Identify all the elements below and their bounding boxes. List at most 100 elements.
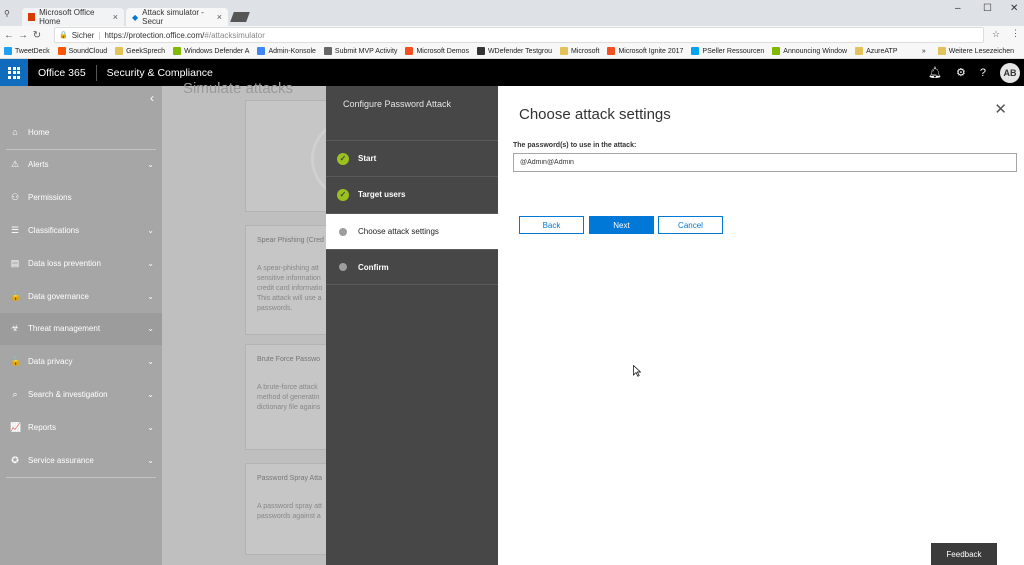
nav-divider [6, 477, 156, 478]
feedback-button[interactable]: Feedback [931, 543, 997, 565]
bell-icon[interactable]: 🔔︎ [928, 66, 942, 79]
nav-item-threat-management[interactable]: ☣ Threat management ⌄ [0, 312, 162, 345]
bookmark-item[interactable]: Microsoft [556, 47, 603, 55]
tab-title: Attack simulator - Secur [142, 8, 204, 26]
bookmark-favicon-icon [57, 47, 66, 55]
collapse-nav-icon[interactable]: ‹ [150, 91, 154, 105]
chevron-down-icon[interactable]: ⌄ [147, 259, 154, 268]
bookmark-item[interactable]: SoundCloud [54, 47, 112, 55]
bookmark-item[interactable]: Admin-Konsole [253, 47, 319, 55]
step-confirm[interactable]: Confirm [326, 249, 498, 285]
bookmark-favicon-icon [476, 47, 485, 55]
url-bar[interactable]: 🔒 Sicher | https://protection.office.com… [54, 27, 984, 43]
close-tab-icon[interactable]: × [113, 12, 118, 22]
bookmark-item[interactable]: GeekSprech [111, 47, 169, 55]
more-bookmarks-icon[interactable]: » [914, 48, 934, 55]
bookmark-item[interactable]: Microsoft Demos [401, 47, 473, 55]
chevron-down-icon[interactable]: ⌄ [147, 324, 154, 333]
tab-office-home[interactable]: Microsoft Office Home × [22, 8, 124, 26]
other-bookmarks-folder[interactable]: Weitere Lesezeichen [934, 47, 1024, 55]
minimize-icon[interactable]: – [955, 3, 961, 14]
bookmark-item[interactable]: Windows Defender A [169, 47, 253, 55]
browser-menu-icon[interactable]: ⚲ [4, 9, 10, 18]
close-tab-icon[interactable]: × [217, 12, 222, 22]
bookmark-label: AzureATP [866, 47, 898, 55]
close-window-icon[interactable]: ✕ [1010, 3, 1018, 14]
chevron-down-icon[interactable]: ⌄ [147, 160, 154, 169]
nav-item-label: Search & investigation [28, 389, 108, 399]
bookmark-favicon-icon [772, 47, 781, 55]
nav-item-home[interactable]: ⌂ Home [0, 116, 162, 148]
check-icon: ✓ [337, 152, 349, 165]
avatar[interactable]: AB [1000, 62, 1020, 83]
nav-item-search-investigation[interactable]: ⌕ Search & investigation ⌄ [0, 378, 162, 410]
biohazard-icon: ☣ [10, 323, 20, 334]
new-tab-button[interactable] [230, 12, 250, 22]
bookmark-item[interactable]: Submit MVP Activity [320, 47, 402, 55]
nav-item-label: Data loss prevention [28, 258, 101, 268]
step-target-users[interactable]: ✓ Target users [326, 176, 498, 212]
bookmark-label: GeekSprech [126, 47, 166, 55]
nav-item-data-privacy[interactable]: 🔒 Data privacy ⌄ [0, 346, 162, 378]
chevron-down-icon[interactable]: ⌄ [147, 423, 154, 432]
nav-item-alerts[interactable]: ⚠ Alerts ⌄ [0, 149, 162, 181]
back-button[interactable]: Back [519, 216, 584, 234]
mouse-cursor-icon [633, 365, 641, 377]
close-icon[interactable]: ✕ [994, 100, 1007, 118]
bookmark-item[interactable]: TweetDeck [0, 47, 54, 55]
nav-item-permissions[interactable]: ⚇ Permissions [0, 182, 162, 214]
bookmark-label: PSeller Ressourcen [702, 47, 765, 55]
next-button[interactable]: Next [589, 216, 654, 234]
step-label: Choose attack settings [358, 227, 439, 236]
check-icon: ✓ [337, 188, 349, 201]
bookmark-item[interactable]: Announcing Window [768, 47, 851, 55]
app-name[interactable]: Security & Compliance [97, 67, 213, 79]
alert-icon: ⚠ [10, 159, 20, 170]
bookmark-item[interactable]: Microsoft Ignite 2017 [603, 47, 687, 55]
chevron-down-icon[interactable]: ⌄ [147, 357, 154, 366]
chrome-menu-icon[interactable]: ⋮ [1011, 28, 1020, 39]
back-arrow-icon[interactable]: ← [2, 30, 16, 41]
password-input[interactable] [513, 153, 1017, 172]
chevron-down-icon[interactable]: ⌄ [147, 292, 154, 301]
assurance-icon: ✪ [11, 454, 19, 465]
help-icon[interactable]: ? [980, 67, 986, 79]
chevron-down-icon[interactable]: ⌄ [147, 390, 154, 399]
nav-item-data-governance[interactable]: 🔒 Data governance ⌄ [0, 280, 162, 312]
step-start[interactable]: ✓ Start [326, 140, 498, 176]
step-choose-attack-settings[interactable]: Choose attack settings [326, 213, 498, 249]
chevron-down-icon[interactable]: ⌄ [147, 456, 154, 465]
bookmark-favicon-icon [855, 47, 864, 55]
lock-icon: 🔒 [59, 32, 68, 39]
chevron-down-icon[interactable]: ⌄ [147, 226, 154, 235]
home-icon: ⌂ [12, 127, 18, 137]
reload-icon[interactable]: ↻ [30, 30, 44, 41]
star-icon[interactable]: ☆ [992, 29, 1000, 40]
bookmark-favicon-icon [691, 47, 700, 55]
bookmark-item[interactable]: AzureATP [851, 47, 901, 55]
bookmark-favicon-icon [257, 47, 266, 55]
app-launcher-icon[interactable] [0, 59, 28, 86]
office-logo-icon [28, 13, 36, 21]
nav-item-label: Reports [28, 422, 57, 432]
bookmark-item[interactable]: PSeller Ressourcen [687, 47, 768, 55]
product-name[interactable]: Office 365 [28, 64, 97, 81]
card-title: Brute Force Passwo [257, 356, 321, 363]
bookmark-item[interactable]: WDefender Testgrou [473, 47, 556, 55]
step-dot-icon [339, 227, 347, 236]
nav-item-classifications[interactable]: ☰ Classifications ⌄ [0, 214, 162, 246]
bookmark-favicon-icon [607, 47, 616, 55]
bookmark-label: Microsoft Ignite 2017 [618, 47, 684, 55]
cancel-button[interactable]: Cancel [658, 216, 723, 234]
nav-item-data-loss-prevention[interactable]: ▤ Data loss prevention ⌄ [0, 247, 162, 279]
nav-item-service-assurance[interactable]: ✪ Service assurance ⌄ [0, 444, 162, 476]
bookmark-label: Microsoft [571, 47, 600, 55]
bookmarks-bar: TweetDeck SoundCloud GeekSprech Windows Def… [0, 44, 1024, 59]
maximize-icon[interactable]: ☐ [983, 3, 992, 14]
tab-attack-simulator[interactable]: ◆ Attack simulator - Secur × [126, 8, 228, 26]
bookmark-favicon-icon [4, 47, 12, 55]
suite-header: Office 365 Security & Compliance 🔔︎ ⚙ ? … [0, 59, 1024, 86]
gear-icon[interactable]: ⚙ [956, 66, 966, 79]
forward-arrow-icon[interactable]: → [16, 30, 30, 41]
nav-item-reports[interactable]: 📈 Reports ⌄ [0, 411, 162, 443]
